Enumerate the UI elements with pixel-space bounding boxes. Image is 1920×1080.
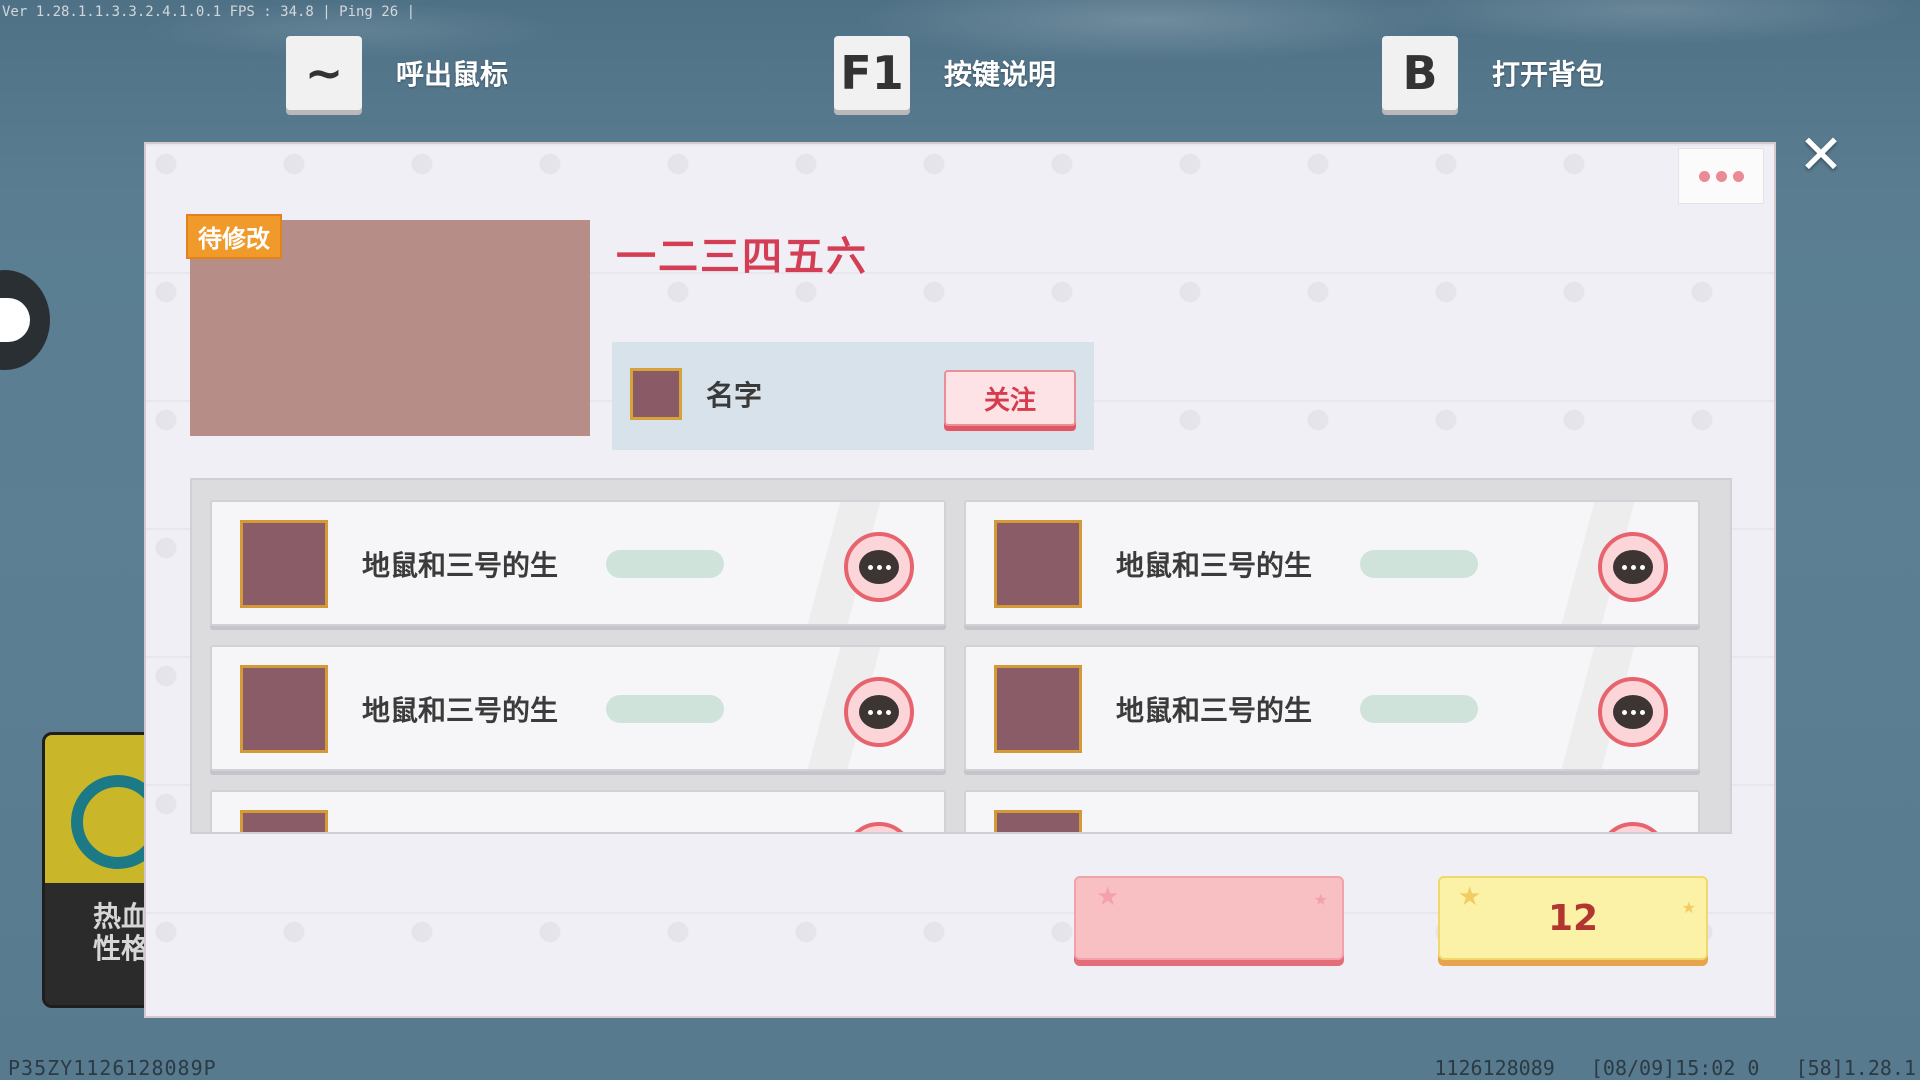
chat-icon: [1613, 695, 1653, 729]
chat-icon: [859, 695, 899, 729]
avatar: [240, 810, 328, 832]
hint-bag-label: 打开背包: [1492, 58, 1605, 91]
profile-panel: 待修改 一二三四五六 名字 关注 地鼠和三号的生 地鼠和三号的生 地鼠和三号的生: [144, 142, 1776, 1018]
list-item-name: 地鼠和三号的生: [362, 694, 559, 727]
chat-button[interactable]: [844, 822, 914, 832]
list-item-name: 地鼠和三号的生: [1116, 694, 1313, 727]
key-tilde: ~: [286, 36, 362, 110]
hint-mouse-label: 呼出鼠标: [396, 58, 509, 91]
side-joystick-button[interactable]: [0, 270, 50, 370]
avatar: [240, 520, 328, 608]
avatar: [994, 520, 1082, 608]
author-name: 名字: [706, 379, 763, 412]
chat-button[interactable]: [844, 677, 914, 747]
status-bar: [606, 550, 724, 578]
debug-info-bottom-left: P35ZY1126128089P: [8, 1056, 217, 1080]
list-item[interactable]: 地鼠和三号的生: [964, 645, 1700, 771]
more-icon: [1698, 170, 1710, 182]
hint-help-label: 按键说明: [944, 58, 1057, 91]
hint-help: F1 按键说明: [834, 36, 1056, 110]
more-button[interactable]: [1678, 148, 1764, 204]
key-b: B: [1382, 36, 1458, 110]
chat-icon: [1613, 550, 1653, 584]
status-bar: [606, 695, 724, 723]
list-item[interactable]: [964, 790, 1700, 832]
chat-button[interactable]: [1598, 822, 1668, 832]
side-card-text: 热血 性格: [93, 900, 150, 965]
follow-button[interactable]: 关注: [944, 370, 1076, 426]
close-icon[interactable]: ✕: [1796, 128, 1846, 182]
pink-action-button[interactable]: ★ ★: [1074, 876, 1344, 960]
page-title: 一二三四五六: [616, 234, 868, 280]
chat-button[interactable]: [1598, 532, 1668, 602]
hint-bag: B 打开背包: [1382, 36, 1604, 110]
chat-icon: [859, 550, 899, 584]
yellow-action-button[interactable]: ★ ★ 12: [1438, 876, 1708, 960]
list-item-name: 地鼠和三号的生: [362, 549, 559, 582]
list-item[interactable]: 地鼠和三号的生: [210, 500, 946, 626]
status-bar: [1360, 695, 1478, 723]
list-item[interactable]: [210, 790, 946, 832]
avatar[interactable]: [630, 368, 682, 420]
avatar: [994, 665, 1082, 753]
debug-info-top: Ver 1.28.1.1.3.3.2.4.1.0.1 FPS : 34.8 | …: [2, 4, 416, 20]
chat-button[interactable]: [844, 532, 914, 602]
list-item[interactable]: 地鼠和三号的生: [964, 500, 1700, 626]
list-item[interactable]: 地鼠和三号的生: [210, 645, 946, 771]
status-bar: [1360, 550, 1478, 578]
chat-button[interactable]: [1598, 677, 1668, 747]
hint-mouse: ~ 呼出鼠标: [286, 36, 508, 110]
author-box: 名字 关注: [612, 342, 1094, 450]
pending-edit-tag: 待修改: [186, 214, 282, 259]
debug-info-bottom-right: 1126128089 [08/09]15:02 0 [58]1.28.1: [1434, 1056, 1916, 1080]
avatar: [240, 665, 328, 753]
key-f1: F1: [834, 36, 910, 110]
yellow-button-label: 12: [1547, 897, 1599, 939]
avatar: [994, 810, 1082, 832]
member-list[interactable]: 地鼠和三号的生 地鼠和三号的生 地鼠和三号的生 地鼠和三号的生: [190, 478, 1732, 834]
list-item-name: 地鼠和三号的生: [1116, 549, 1313, 582]
